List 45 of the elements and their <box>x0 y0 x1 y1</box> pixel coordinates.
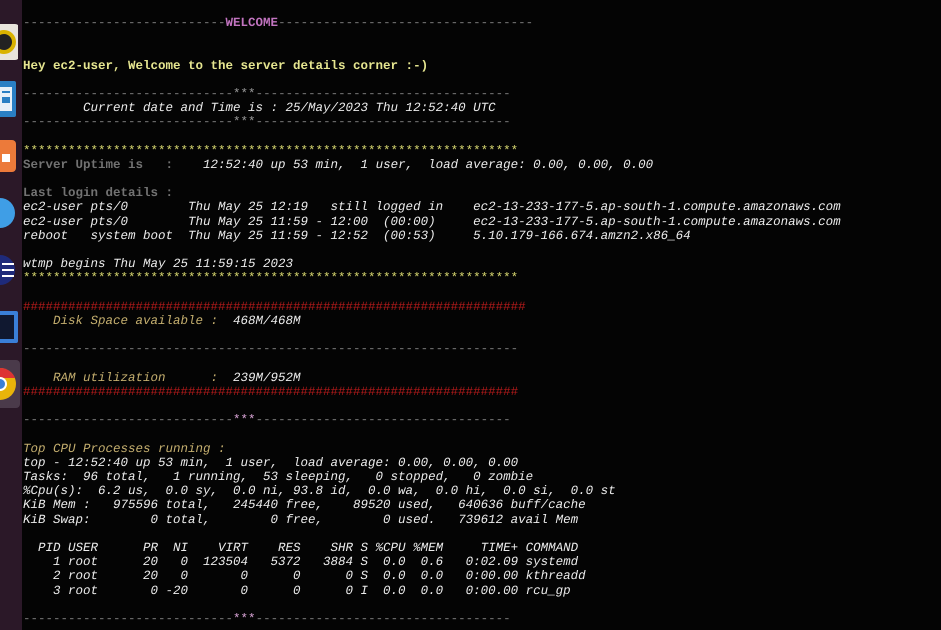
dash-rule: ---------------------------------- <box>256 413 511 428</box>
output-text: 468M/468M <box>232 314 301 328</box>
label-text: Top CPU Processes running : <box>23 442 226 456</box>
output-text: KiB Mem : 975596 total, 245440 free, 89520 used, 640636 buff/cache <box>23 498 586 512</box>
dash-rule: ---------------------------- <box>23 115 234 130</box>
output-text: PID USER PR NI VIRT RES SHR S %CPU %MEM TIME+ COMMAND <box>37 540 578 555</box>
output-text: reboot system boot Thu May 25 11:59 - 12:52 (00:53) 5.10.179-166.674.amzn2.x86_64 <box>23 228 691 243</box>
dash-rule: --------------------------- <box>23 16 226 30</box>
output-text: top - 12:52:40 up 53 min, 1 user, load average: 0.00, 0.00, 0.00 <box>23 456 518 470</box>
asterisk-marker: *** <box>233 115 256 130</box>
hash-rule: ################################################################### <box>23 300 526 314</box>
dash-rule: ---------------------------------- <box>256 115 511 130</box>
hash-rule: ################################################################## <box>23 384 518 399</box>
dash-rule: ---------------------------- <box>23 612 234 626</box>
asterisk-rule: ****************************************************************** <box>23 271 518 286</box>
output-text: ec2-user pts/0 Thu May 25 12:19 still logged in ec2-13-233-177-5.ap-south-1.compute.amazonaws.com <box>23 200 841 214</box>
dash-rule: ------------------------------------------------------------------ <box>23 342 518 356</box>
output-text: Tasks: 96 total, 1 running, 53 sleeping, 0 stopped, 0 zombie <box>23 470 534 484</box>
dash-rule: ---------------------------------- <box>278 16 534 30</box>
label-text: Disk Space available : <box>52 314 218 328</box>
label-text: RAM utilization : <box>52 370 218 385</box>
asterisk-rule: ****************************************************************** <box>23 144 518 158</box>
dock-item[interactable] <box>0 360 20 408</box>
output-text: 3 root 0 -20 0 0 0 I 0.0 0.0 0:00.00 rcu_gp <box>52 584 571 598</box>
label-text: Last login details : <box>23 186 174 200</box>
output-text: 12:52:40 up 53 min, 1 user, load average: 0.00, 0.00, 0.00 <box>202 158 654 172</box>
output-text: 239M/952M <box>232 370 301 385</box>
dash-rule: ---------------------------- <box>23 86 234 101</box>
dash-rule: ---------------------------------- <box>256 612 511 626</box>
dash-rule: ---------------------------------- <box>256 86 511 101</box>
output-text: wtmp begins Thu May 25 11:59:15 2023 <box>23 257 294 272</box>
output-text: 1 root 20 0 123504 5372 3884 S 0.0 0.6 0:02.09 systemd <box>52 555 578 570</box>
section-title: WELCOME <box>226 16 278 30</box>
label-text: Server Uptime is : <box>23 158 174 172</box>
output-text: Current date and Time is : 25/May/2023 Thu 12:52:40 UTC <box>82 101 496 116</box>
asterisk-marker: *** <box>233 86 256 101</box>
document-icon <box>0 79 18 119</box>
output-text: %Cpu(s): 6.2 us, 0.0 sy, 0.0 ni, 93.8 id, 0.0 wa, 0.0 hi, 0.0 si, 0.0 st <box>23 484 616 498</box>
dash-rule: ---------------------------- <box>23 413 234 428</box>
asterisk-marker: *** <box>233 413 256 428</box>
welcome-message: Hey ec2-user, Welcome to the server details corner :-) <box>23 58 428 73</box>
asterisk-marker: *** <box>233 612 256 626</box>
output-text: 2 root 20 0 0 0 0 S 0.0 0.0 0:00.00 kthreadd <box>52 569 586 584</box>
output-text: ec2-user pts/0 Thu May 25 11:59 - 12:00 (00:00) ec2-13-233-177-5.ap-south-1.compute.amazonaws.com <box>23 214 841 229</box>
output-text: KiB Swap: 0 total, 0 free, 0 used. 739612 avail Mem <box>23 512 578 527</box>
